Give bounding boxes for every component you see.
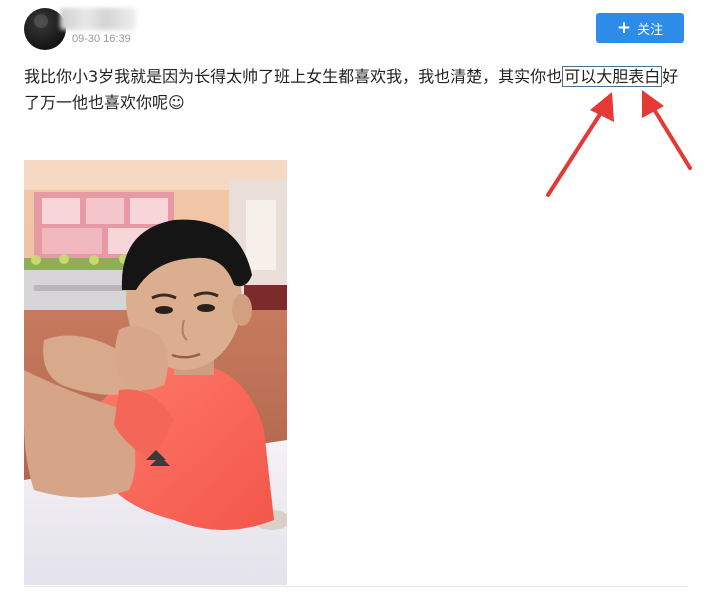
post-text-before: 我比你小3岁我就是因为长得太帅了班上女生都喜欢我，我也清楚，其实你也 <box>24 67 563 86</box>
weibo-post: 09-30 16:39 + 关注 我比你小3岁我就是因为长得太帅了班上女生都喜欢… <box>0 0 721 595</box>
post-text: 我比你小3岁我就是因为长得太帅了班上女生都喜欢我，我也清楚，其实你也 可以大胆表白… <box>24 64 688 116</box>
photo-illustration <box>24 160 287 585</box>
divider <box>24 586 688 587</box>
follow-button[interactable]: + 关注 <box>596 13 684 43</box>
username-blurred <box>60 8 136 30</box>
post-photo[interactable] <box>24 160 287 585</box>
follow-label: 关注 <box>637 22 664 38</box>
post-time: 09-30 16:39 <box>72 33 131 45</box>
post-text-highlight: 可以大胆表白 <box>562 66 663 87</box>
plus-icon: + <box>616 17 632 38</box>
